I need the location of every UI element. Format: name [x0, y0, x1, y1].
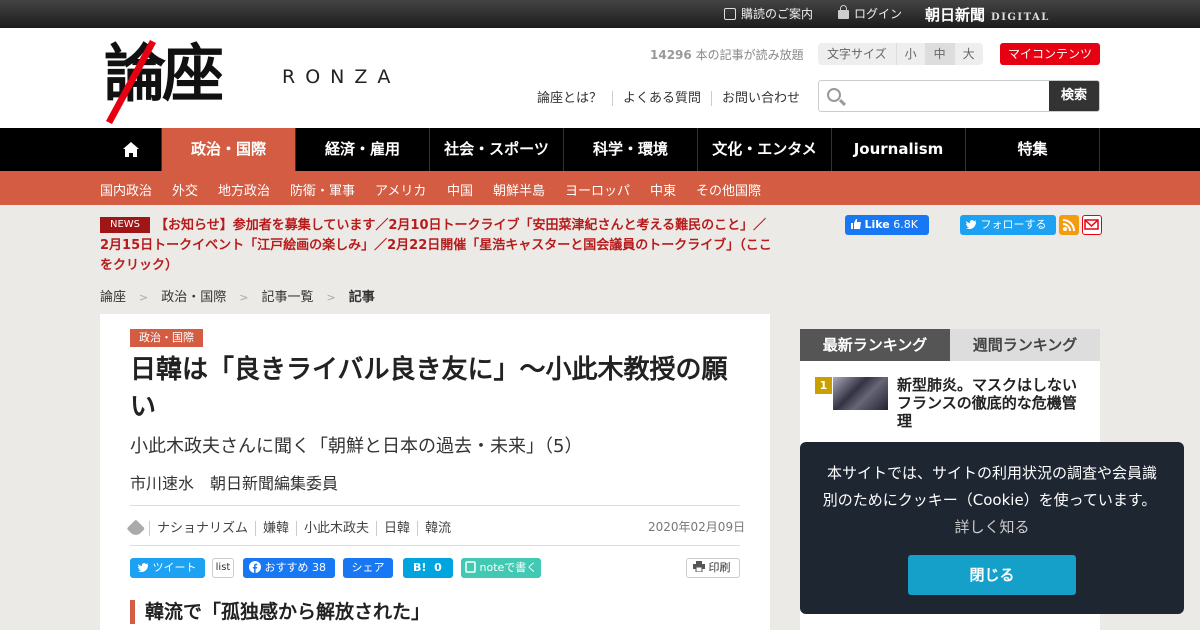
nav-science[interactable]: 科学・環境 [564, 128, 698, 171]
ranking-number: 1 [815, 377, 832, 394]
cookie-more-link[interactable]: 詳しく知る [954, 518, 1029, 536]
cookie-close-button[interactable]: 閉じる [908, 555, 1076, 595]
ranking-item-title[interactable]: 新型肺炎。マスクはしないフランスの徹底的な危機管理 [897, 376, 1087, 430]
twitter-bird-icon [138, 563, 149, 573]
my-content-button[interactable]: マイコンテンツ [1000, 43, 1100, 65]
nav-special[interactable]: 特集 [966, 128, 1100, 171]
font-size-label: 文字サイズ [818, 43, 896, 65]
article-category-badge[interactable]: 政治・国際 [130, 329, 203, 347]
facebook-like-button[interactable]: Like 6.8K [845, 215, 929, 235]
printer-icon [693, 561, 705, 573]
tab-weekly-ranking[interactable]: 週間ランキング [950, 329, 1100, 361]
tag-icon [126, 519, 145, 538]
mail-icon [1084, 219, 1099, 230]
breadcrumb-current: 記事 [348, 290, 375, 305]
header-links: 論座とは？ よくある質問 お問い合わせ [537, 87, 811, 106]
subnav-defense[interactable]: 防衛・軍事 [290, 180, 355, 199]
section-heading: 韓流で「孤独感から解放された」 [130, 600, 430, 624]
contact-link[interactable]: お問い合わせ [711, 91, 811, 106]
main-nav: 政治・国際 経済・雇用 社会・スポーツ 科学・環境 文化・エンタメ Journa… [0, 128, 1200, 171]
divider [130, 545, 740, 546]
note-icon [465, 561, 476, 573]
lock-icon [838, 5, 849, 19]
tag-item[interactable]: 韓流 [417, 521, 459, 536]
faq-link[interactable]: よくある質問 [612, 91, 712, 106]
news-announcement[interactable]: 【お知らせ】参加者を募集しています／2月10日トークライブ「安田菜津紀さんと考え… [100, 216, 772, 276]
subnav-america[interactable]: アメリカ [375, 180, 426, 199]
search-icon [827, 88, 841, 102]
print-button[interactable]: 印刷 [686, 558, 740, 578]
article-title: 日韓は「良きライバル良き友に」～小此木教授の願い [130, 355, 728, 422]
nav-society[interactable]: 社会・スポーツ [430, 128, 564, 171]
breadcrumb-home[interactable]: 論座 [100, 290, 126, 305]
nav-politics[interactable]: 政治・国際 [162, 128, 296, 171]
tag-item[interactable]: 小此木政夫 [296, 521, 377, 536]
hatena-bookmark-button[interactable]: B! 0 [403, 558, 453, 578]
thumbs-up-icon [851, 219, 861, 229]
login-link[interactable]: ログイン [838, 5, 902, 22]
sub-nav: 国内政治 外交 地方政治 防衛・軍事 アメリカ 中国 朝鮮半島 ヨーロッパ 中東… [0, 171, 1200, 205]
search-button[interactable]: 検索 [1049, 81, 1099, 111]
subnav-korea[interactable]: 朝鮮半島 [493, 180, 545, 199]
asahi-digital-logo[interactable]: 朝日新聞 DIGITAL [925, 4, 1050, 25]
subnav-china[interactable]: 中国 [447, 180, 473, 199]
facebook-recommend-button[interactable]: おすすめ 38 [243, 558, 335, 578]
facebook-icon [249, 561, 261, 573]
font-size-small[interactable]: 小 [895, 43, 925, 65]
breadcrumb-list[interactable]: 記事一覧 [261, 290, 313, 305]
hatena-icon: B! [413, 561, 427, 574]
mail-button[interactable] [1082, 215, 1102, 235]
article-subtitle: 小此木政夫さんに聞く「朝鮮と日本の過去・未来」（5） [130, 436, 583, 457]
twitter-list-count[interactable]: list [212, 558, 234, 578]
search-box: 検索 [818, 80, 1100, 112]
twitter-bird-icon [966, 220, 977, 230]
facebook-share-button[interactable]: シェア [343, 558, 393, 578]
breadcrumb-separator: > [326, 291, 336, 304]
cookie-message: 本サイトでは、サイトの利用状況の調査や会員識別のためにクッキー（Cookie）を… [822, 464, 1157, 536]
ranking-thumbnail[interactable] [833, 377, 888, 410]
tag-item[interactable]: 嫌韓 [255, 521, 297, 536]
breadcrumb-separator: > [239, 291, 249, 304]
subnav-europe[interactable]: ヨーロッパ [565, 180, 630, 199]
note-button[interactable]: noteで書く [461, 558, 541, 578]
subnav-other[interactable]: その他国際 [696, 180, 761, 199]
breadcrumb-separator: > [139, 291, 149, 304]
tab-latest-ranking[interactable]: 最新ランキング [800, 329, 950, 361]
twitter-follow-button[interactable]: フォローする [960, 215, 1056, 235]
nav-home[interactable] [100, 128, 162, 171]
article-count: 14296 本の記事が読み放題 [650, 48, 804, 62]
nav-economy[interactable]: 経済・雇用 [296, 128, 430, 171]
logo-slash-mark [106, 40, 156, 124]
tweet-button[interactable]: ツイート [130, 558, 205, 578]
edit-icon [724, 8, 736, 20]
subnav-local[interactable]: 地方政治 [218, 180, 270, 199]
subscribe-link[interactable]: 購読のご案内 [724, 6, 813, 22]
rss-button[interactable] [1059, 215, 1079, 235]
logo-ronza-text: RONZA [282, 66, 401, 88]
top-bar: 購読のご案内 ログイン 朝日新聞 DIGITAL [0, 0, 1200, 28]
subnav-domestic[interactable]: 国内政治 [100, 180, 152, 199]
about-link[interactable]: 論座とは？ [537, 91, 612, 106]
home-icon [123, 142, 139, 157]
article-author[interactable]: 市川速水 朝日新聞編集委員 [130, 470, 338, 494]
breadcrumb-category[interactable]: 政治・国際 [161, 290, 226, 305]
news-badge: NEWS [100, 217, 150, 233]
subnav-diplomacy[interactable]: 外交 [172, 180, 198, 199]
rss-icon [1062, 219, 1075, 232]
font-size-medium[interactable]: 中 [924, 43, 954, 65]
tag-item[interactable]: ナショナリズム [149, 521, 256, 536]
divider [130, 505, 740, 506]
nav-journalism[interactable]: Journalism [832, 128, 966, 171]
tag-item[interactable]: 日韓 [376, 521, 418, 536]
cookie-banner: 本サイトでは、サイトの利用状況の調査や会員識別のためにクッキー（Cookie）を… [800, 442, 1184, 614]
article-date: 2020年02月09日 [648, 520, 746, 534]
nav-culture[interactable]: 文化・エンタメ [698, 128, 832, 171]
breadcrumb: 論座 > 政治・国際 > 記事一覧 > 記事 [100, 286, 375, 305]
font-size-switcher: 文字サイズ 小 中 大 [818, 43, 983, 65]
font-size-large[interactable]: 大 [953, 43, 983, 65]
ronza-logo[interactable]: 論座 RONZA [104, 36, 444, 126]
search-input[interactable] [849, 81, 1049, 111]
article-tags: ナショナリズム 嫌韓 小此木政夫 日韓 韓流 [126, 517, 459, 538]
subnav-middle-east[interactable]: 中東 [650, 180, 676, 199]
